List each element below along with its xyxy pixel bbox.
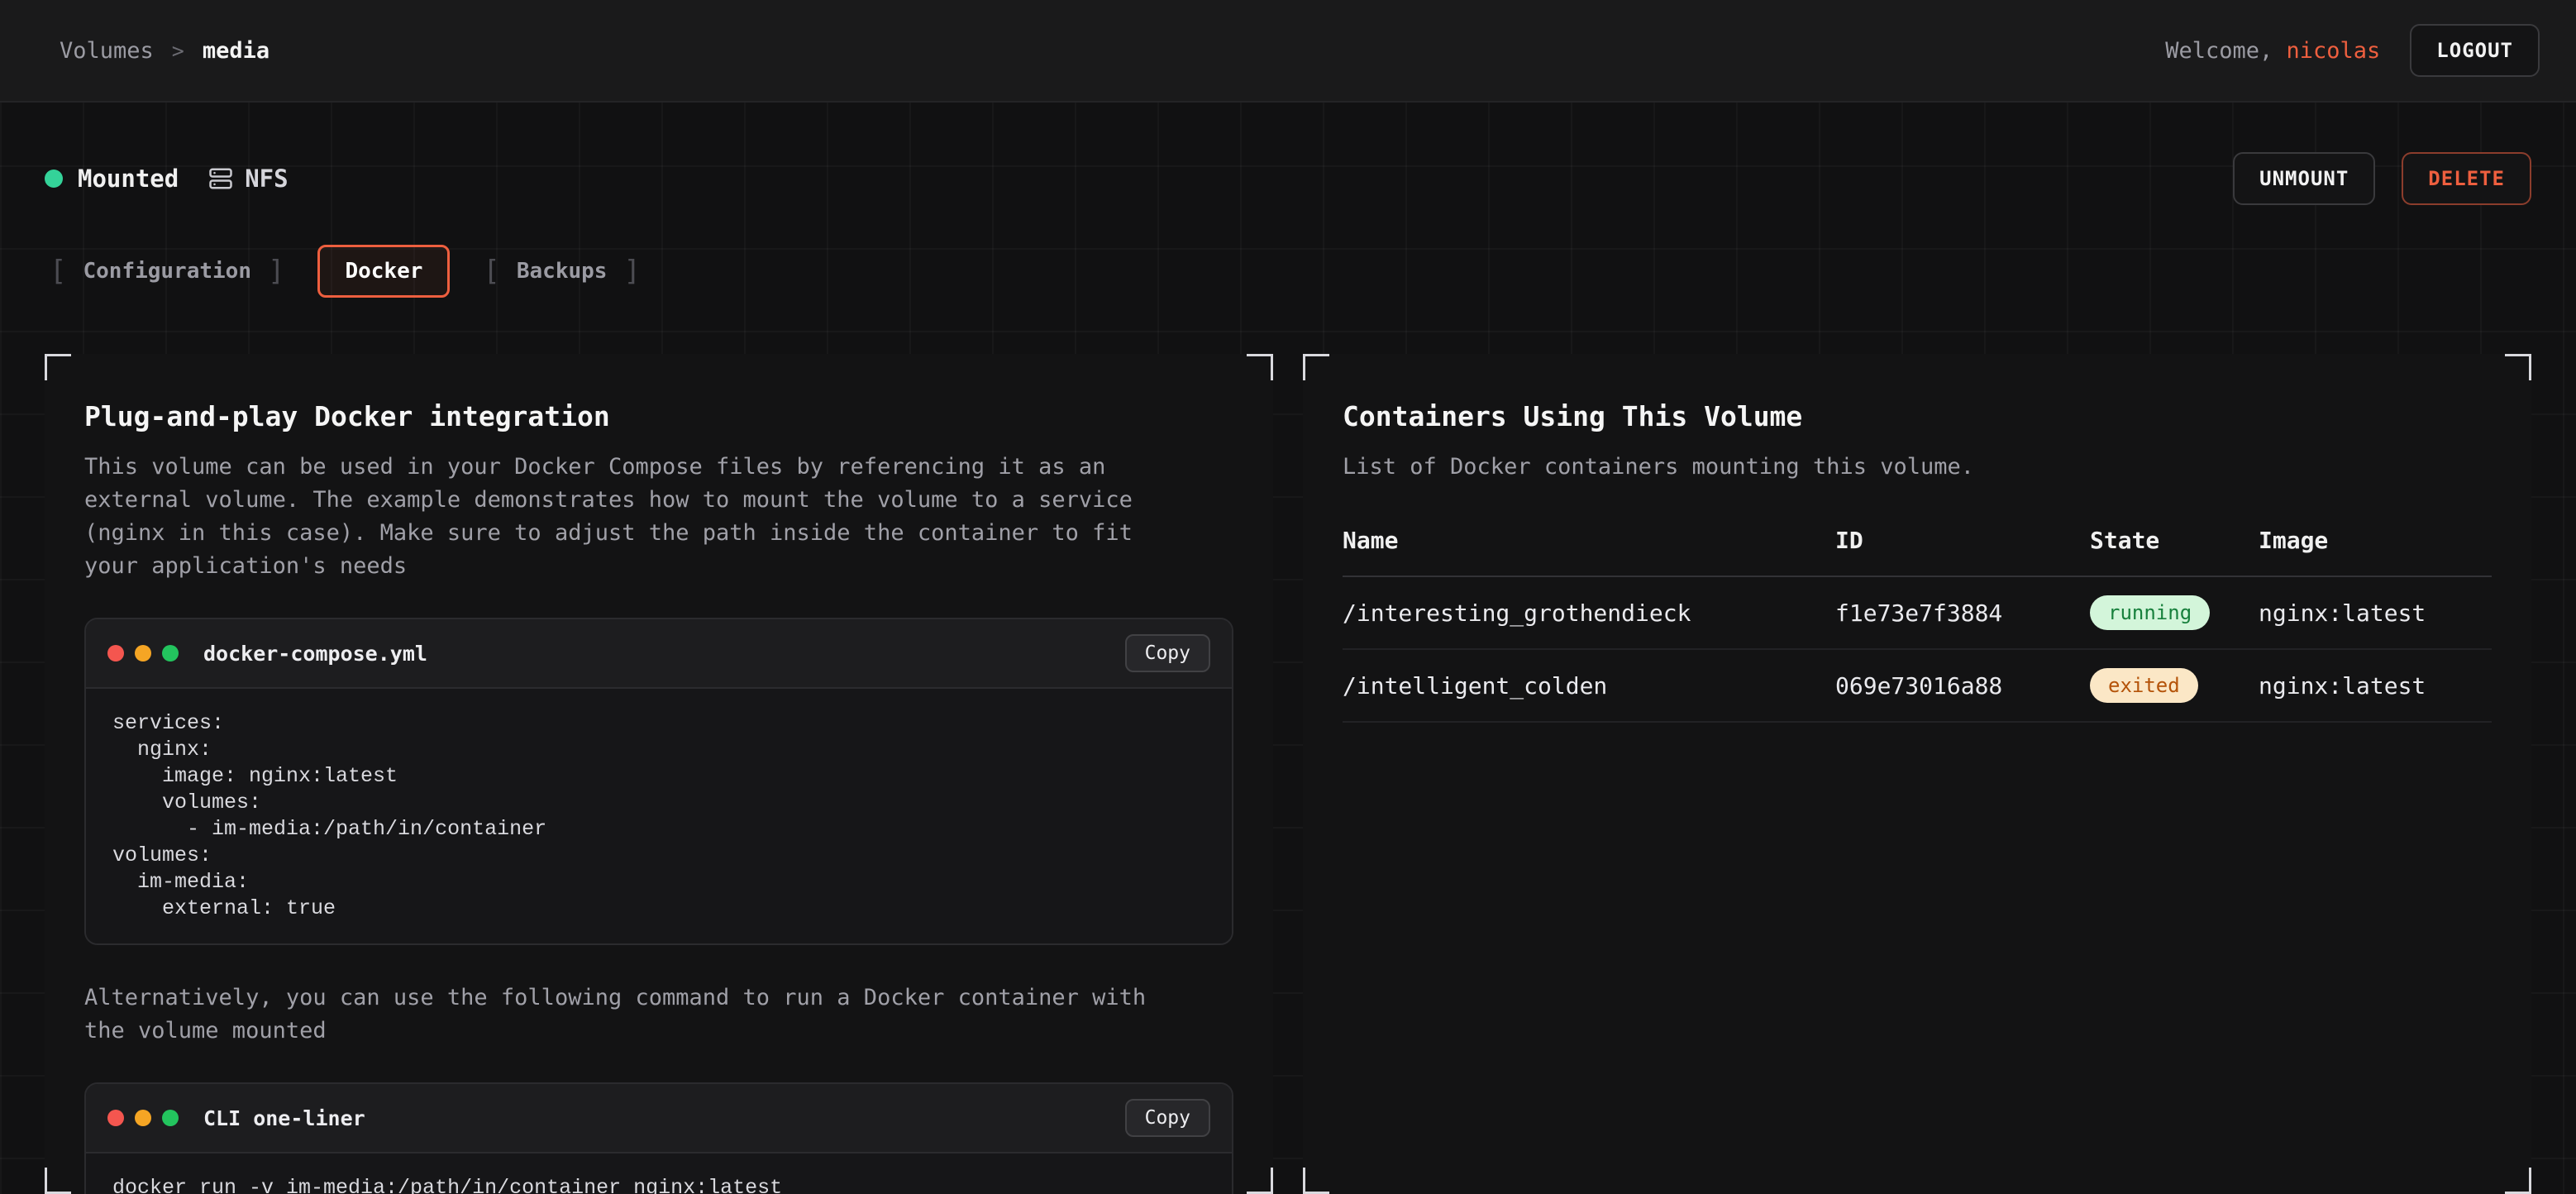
volume-type: NFS xyxy=(208,165,288,193)
breadcrumb-volumes-link[interactable]: Volumes xyxy=(60,38,154,64)
tab-backups[interactable]: Backups xyxy=(478,243,646,299)
delete-button[interactable]: DELETE xyxy=(2402,152,2531,205)
tab-docker[interactable]: Docker xyxy=(317,245,450,298)
containers-panel-subtitle: List of Docker containers mounting this … xyxy=(1343,451,2442,484)
container-image: nginx:latest xyxy=(2259,599,2492,627)
copy-compose-button[interactable]: Copy xyxy=(1125,634,1210,672)
volume-actions: UNMOUNT DELETE xyxy=(2233,152,2531,205)
compose-filename: docker-compose.yml xyxy=(203,642,427,666)
green-dot-icon xyxy=(162,1110,179,1126)
state-cell: exited xyxy=(2090,668,2259,703)
corner-bracket xyxy=(2505,1168,2531,1194)
green-dot-icon xyxy=(162,645,179,661)
state-badge: exited xyxy=(2090,668,2198,703)
table-row: /intelligent_colden 069e73016a88 exited … xyxy=(1343,650,2492,723)
col-header-state: State xyxy=(2090,527,2259,554)
cli-code-header: CLI one-liner Copy xyxy=(86,1084,1232,1153)
containers-panel-title: Containers Using This Volume xyxy=(1343,400,2492,432)
docker-integration-panel: Plug-and-play Docker integration This vo… xyxy=(45,354,1273,1194)
containers-table: Name ID State Image /interesting_grothen… xyxy=(1343,527,2492,723)
tab-backups-label: Backups xyxy=(517,259,608,284)
chevron-right-icon: > xyxy=(172,39,184,63)
tab-bar: Configuration Docker Backups xyxy=(45,241,2531,301)
compose-code: services: nginx: image: nginx:latest vol… xyxy=(86,689,1232,943)
panels: Plug-and-play Docker integration This vo… xyxy=(45,354,2531,1194)
col-header-id: ID xyxy=(1835,527,2090,554)
corner-bracket xyxy=(2505,354,2531,380)
state-cell: running xyxy=(2090,595,2259,630)
corner-bracket xyxy=(45,354,71,380)
table-row: /interesting_grothendieck f1e73e7f3884 r… xyxy=(1343,577,2492,650)
logout-button[interactable]: LOGOUT xyxy=(2410,24,2540,77)
breadcrumb: Volumes > media xyxy=(60,38,270,64)
mounted-status-dot xyxy=(45,170,63,188)
col-header-name: Name xyxy=(1343,527,1835,554)
yellow-dot-icon xyxy=(135,645,151,661)
cli-code-block: CLI one-liner Copy docker run -v im-medi… xyxy=(84,1082,1233,1194)
cli-intro-text: Alternatively, you can use the following… xyxy=(84,981,1184,1048)
volume-type-label: NFS xyxy=(245,165,288,193)
red-dot-icon xyxy=(107,1110,124,1126)
header-right: Welcome, nicolas LOGOUT xyxy=(2165,24,2540,77)
username: nicolas xyxy=(2287,38,2381,64)
copy-cli-button[interactable]: Copy xyxy=(1125,1099,1210,1137)
corner-bracket xyxy=(45,1168,71,1194)
corner-bracket xyxy=(1247,1168,1273,1194)
corner-bracket xyxy=(1303,354,1329,380)
window-dots-icon xyxy=(107,645,179,661)
container-id: f1e73e7f3884 xyxy=(1835,599,2090,627)
unmount-button[interactable]: UNMOUNT xyxy=(2233,152,2375,205)
compose-code-block: docker-compose.yml Copy services: nginx:… xyxy=(84,618,1233,945)
tab-configuration[interactable]: Configuration xyxy=(45,243,289,299)
breadcrumb-current-volume: media xyxy=(203,38,270,64)
window-dots-icon xyxy=(107,1110,179,1126)
container-name: /interesting_grothendieck xyxy=(1343,599,1835,627)
cli-filename: CLI one-liner xyxy=(203,1106,365,1130)
tab-configuration-label: Configuration xyxy=(83,259,251,284)
red-dot-icon xyxy=(107,645,124,661)
header: Volumes > media Welcome, nicolas LOGOUT xyxy=(0,0,2576,103)
main-content: Mounted NFS UNMOUNT DELETE Configuration… xyxy=(0,149,2576,1194)
container-id: 069e73016a88 xyxy=(1835,672,2090,700)
containers-table-header: Name ID State Image xyxy=(1343,527,2492,577)
corner-bracket xyxy=(1247,354,1273,380)
welcome-text: Welcome, nicolas xyxy=(2165,38,2380,64)
corner-bracket xyxy=(1303,1168,1329,1194)
col-header-image: Image xyxy=(2259,527,2492,554)
welcome-prefix: Welcome, xyxy=(2165,38,2286,64)
container-image: nginx:latest xyxy=(2259,672,2492,700)
mounted-status-label: Mounted xyxy=(78,165,179,193)
docker-panel-description: This volume can be used in your Docker C… xyxy=(84,451,1184,583)
container-name: /intelligent_colden xyxy=(1343,672,1835,700)
cli-code: docker run -v im-media:/path/in/containe… xyxy=(86,1153,1232,1194)
mount-status: Mounted xyxy=(45,165,179,193)
compose-code-header: docker-compose.yml Copy xyxy=(86,619,1232,689)
tab-docker-label: Docker xyxy=(345,259,422,284)
containers-panel: Containers Using This Volume List of Doc… xyxy=(1303,354,2531,1194)
docker-panel-title: Plug-and-play Docker integration xyxy=(84,400,1233,432)
server-icon xyxy=(208,166,233,191)
page: { "header": { "breadcrumb": { "parent": … xyxy=(0,0,2576,1194)
yellow-dot-icon xyxy=(135,1110,151,1126)
state-badge: running xyxy=(2090,595,2210,630)
volume-status-row: Mounted NFS UNMOUNT DELETE xyxy=(45,149,2531,208)
